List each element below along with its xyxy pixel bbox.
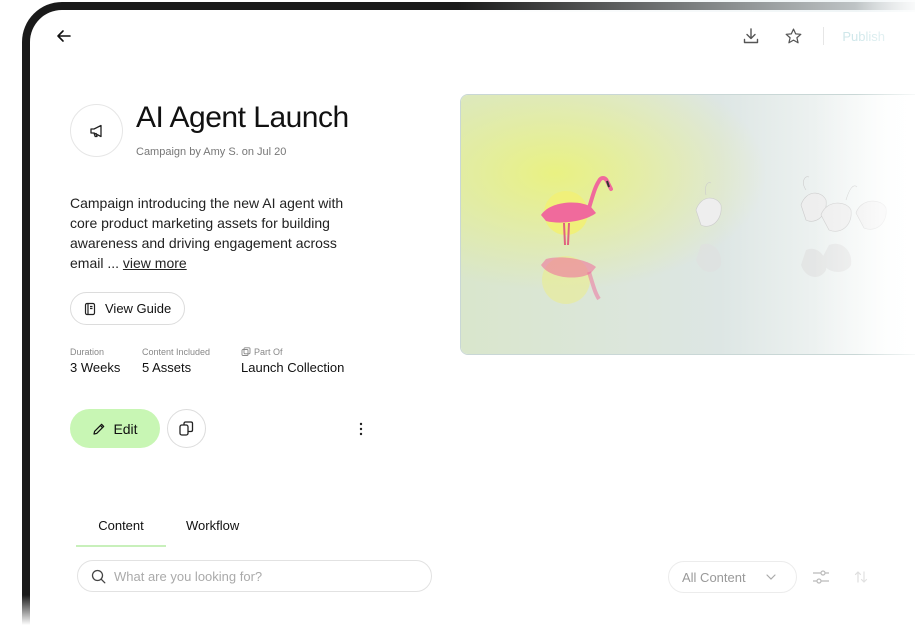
arrow-left-icon xyxy=(57,30,71,42)
part-of-value: Launch Collection xyxy=(241,360,345,375)
download-button[interactable] xyxy=(739,24,763,48)
search-input[interactable] xyxy=(114,568,404,584)
edit-button[interactable]: Edit xyxy=(70,409,160,448)
star-icon xyxy=(785,27,802,43)
part-of-label-row: Part Of xyxy=(241,346,344,358)
megaphone-icon xyxy=(89,124,102,137)
collection-icon xyxy=(241,347,251,356)
top-actions: Publish xyxy=(739,24,885,48)
content-tabs: Content Workflow xyxy=(76,518,239,547)
search-bar xyxy=(77,560,432,592)
publish-button[interactable]: Publish xyxy=(842,29,885,44)
part-of-label: Part Of xyxy=(254,347,283,357)
sort-icon xyxy=(854,571,868,583)
book-icon xyxy=(84,302,96,315)
pencil-icon xyxy=(93,423,105,435)
more-options-button[interactable] xyxy=(350,418,372,440)
view-guide-label: View Guide xyxy=(105,301,172,316)
part-of-meta: Part Of Launch Collection xyxy=(241,346,344,375)
view-more-link[interactable]: view more xyxy=(123,255,187,271)
filter-settings-button[interactable] xyxy=(810,566,832,588)
chevron-down-icon xyxy=(765,574,776,580)
duplicate-button[interactable] xyxy=(167,409,206,448)
campaign-avatar xyxy=(70,104,123,157)
favorite-button[interactable] xyxy=(781,24,805,48)
tab-workflow[interactable]: Workflow xyxy=(166,518,239,547)
content-included-value: 5 Assets xyxy=(142,360,192,375)
view-guide-button[interactable]: View Guide xyxy=(70,292,186,325)
tab-content[interactable]: Content xyxy=(76,518,166,547)
more-vertical-icon xyxy=(359,422,363,436)
sliders-icon xyxy=(813,570,829,584)
download-icon xyxy=(744,28,759,44)
page-title: AI Agent Launch xyxy=(136,101,349,134)
content-filter-select[interactable]: All Content xyxy=(668,561,797,593)
duration-label: Duration xyxy=(70,347,105,357)
duration-value: 3 Weeks xyxy=(70,360,121,375)
content-filter-value: All Content xyxy=(682,569,746,585)
duration-meta: Duration 3 Weeks xyxy=(70,346,120,375)
sort-button[interactable] xyxy=(850,566,872,588)
content-meta: Content Included 5 Assets xyxy=(142,346,210,375)
toolbar-divider xyxy=(823,27,825,45)
campaign-hero-image xyxy=(460,94,915,355)
campaign-byline: Campaign by Amy S. on Jul 20 xyxy=(136,146,287,158)
back-button[interactable] xyxy=(52,24,76,48)
description-text: Campaign introducing the new AI agent wi… xyxy=(70,195,344,271)
flamingo-image xyxy=(461,95,915,354)
search-icon xyxy=(91,569,106,583)
copy-icon xyxy=(179,421,194,436)
campaign-description: Campaign introducing the new AI agent wi… xyxy=(70,193,370,273)
edit-label: Edit xyxy=(113,420,138,437)
content-included-label: Content Included xyxy=(142,347,211,357)
